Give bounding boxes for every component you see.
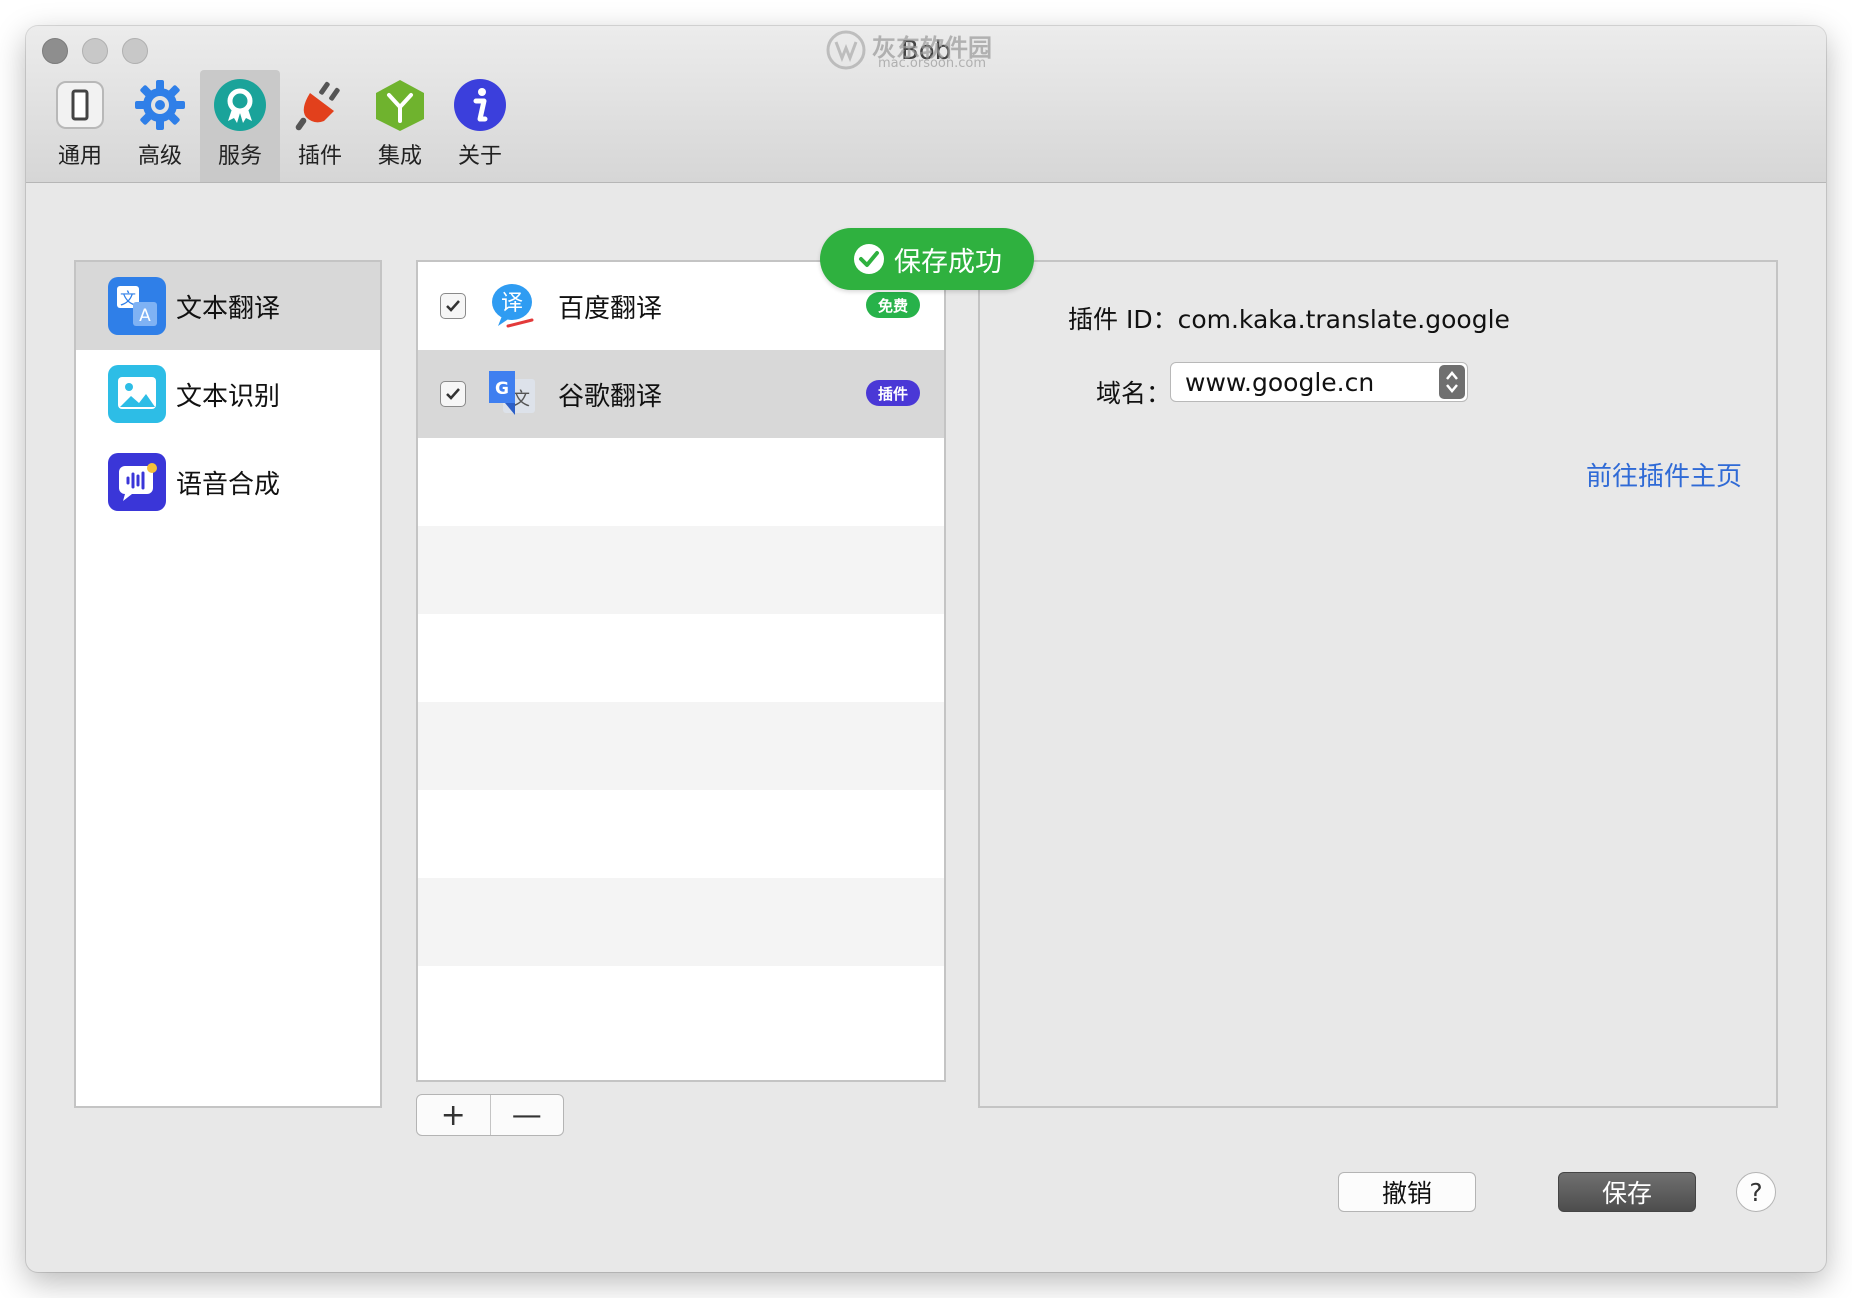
toolbar-tab-advanced[interactable]: 高级 [120, 70, 200, 182]
save-button[interactable]: 保存 [1558, 1172, 1696, 1212]
service-item-text-translate[interactable]: 文 A 文本翻译 [76, 262, 380, 350]
revert-button[interactable]: 撤销 [1338, 1172, 1476, 1212]
image-scan-icon [108, 365, 166, 423]
empty-row [418, 966, 944, 1054]
toolbar-tab-integrations[interactable]: 集成 [360, 70, 440, 182]
plugin-homepage-link[interactable]: 前往插件主页 [1586, 456, 1742, 493]
engine-row-label: 百度翻译 [558, 293, 663, 324]
engine-enable-checkbox[interactable] [440, 293, 466, 319]
domain-select-value: www.google.cn [1185, 367, 1375, 397]
svg-text:G: G [495, 379, 509, 399]
check-circle-icon [854, 244, 884, 274]
svg-text:译: 译 [501, 291, 523, 316]
svg-text:A: A [139, 306, 151, 326]
empty-row [418, 438, 944, 526]
toolbar-tab-label: 插件 [297, 144, 342, 169]
service-item-label: 文本识别 [176, 381, 281, 412]
preferences-window: Bob 灰东软件园 mac.orsoon.com 通用 高级 服务 插件 集成 … [26, 26, 1826, 1272]
save-success-toast: 保存成功 [820, 228, 1034, 290]
toolbar-tab-general[interactable]: 通用 [40, 70, 120, 182]
add-engine-button[interactable]: + [417, 1095, 490, 1135]
chevron-up-down-icon [1439, 365, 1465, 399]
toolbar-tab-services[interactable]: 服务 [200, 70, 280, 182]
badge-icon [211, 76, 269, 134]
toast-label: 保存成功 [894, 246, 1002, 278]
titlebar: Bob 灰东软件园 mac.orsoon.com 通用 高级 服务 插件 集成 … [26, 26, 1826, 183]
engine-row-google[interactable]: 文 G 谷歌翻译 插件 [418, 350, 944, 438]
domain-select[interactable]: www.google.cn [1170, 362, 1468, 402]
toolbar-tab-label: 高级 [137, 144, 182, 169]
domain-label: 域名： [1096, 379, 1172, 408]
toolbar-tab-about[interactable]: 关于 [440, 70, 520, 182]
plug-icon [291, 76, 349, 134]
google-translate-icon: 文 G [484, 366, 540, 422]
translate-icon: 文 A [108, 277, 166, 335]
toolbar-tab-label: 服务 [217, 144, 262, 169]
watermark-subtext: mac.orsoon.com [878, 56, 987, 71]
info-icon [451, 76, 509, 134]
engine-plugin-badge: 插件 [865, 380, 920, 406]
engine-detail-panel: 插件 ID：com.kaka.translate.google 域名： www.… [978, 260, 1778, 1108]
plugin-id-text: 插件 ID：com.kaka.translate.google [1068, 305, 1510, 334]
switch-icon [51, 76, 109, 134]
empty-row [418, 614, 944, 702]
help-button[interactable]: ? [1736, 1172, 1776, 1212]
checkmark-icon [446, 300, 460, 312]
cube-icon [371, 76, 429, 134]
toolbar-tab-label: 关于 [457, 144, 502, 169]
service-item-text-recognition[interactable]: 文本识别 [76, 350, 380, 438]
engine-row-label: 谷歌翻译 [558, 381, 663, 412]
toolbar-tab-plugins[interactable]: 插件 [280, 70, 360, 182]
toolbar-tab-label: 通用 [57, 144, 102, 169]
checkmark-icon [446, 388, 460, 400]
translate-engine-list: 译 百度翻译 免费 文 G 谷歌翻译 插件 [416, 260, 946, 1082]
service-item-speech-synthesis[interactable]: 语音合成 [76, 438, 380, 526]
toolbar-tab-label: 集成 [377, 144, 422, 169]
empty-row [418, 878, 944, 966]
remove-engine-button[interactable]: — [489, 1095, 564, 1135]
empty-row [418, 702, 944, 790]
empty-row [418, 790, 944, 878]
voice-icon [108, 453, 166, 511]
add-remove-segmented-control: + — [416, 1094, 564, 1136]
gear-icon [131, 76, 189, 134]
service-item-label: 文本翻译 [176, 293, 281, 324]
service-category-list: 文 A 文本翻译 文本识别 语音合成 [74, 260, 382, 1108]
toolbar: 通用 高级 服务 插件 集成 关于 [40, 70, 520, 182]
empty-row [418, 526, 944, 614]
engine-free-badge: 免费 [865, 292, 920, 318]
service-item-label: 语音合成 [176, 469, 281, 500]
engine-enable-checkbox[interactable] [440, 381, 466, 407]
baidu-translate-icon: 译 [484, 278, 540, 334]
